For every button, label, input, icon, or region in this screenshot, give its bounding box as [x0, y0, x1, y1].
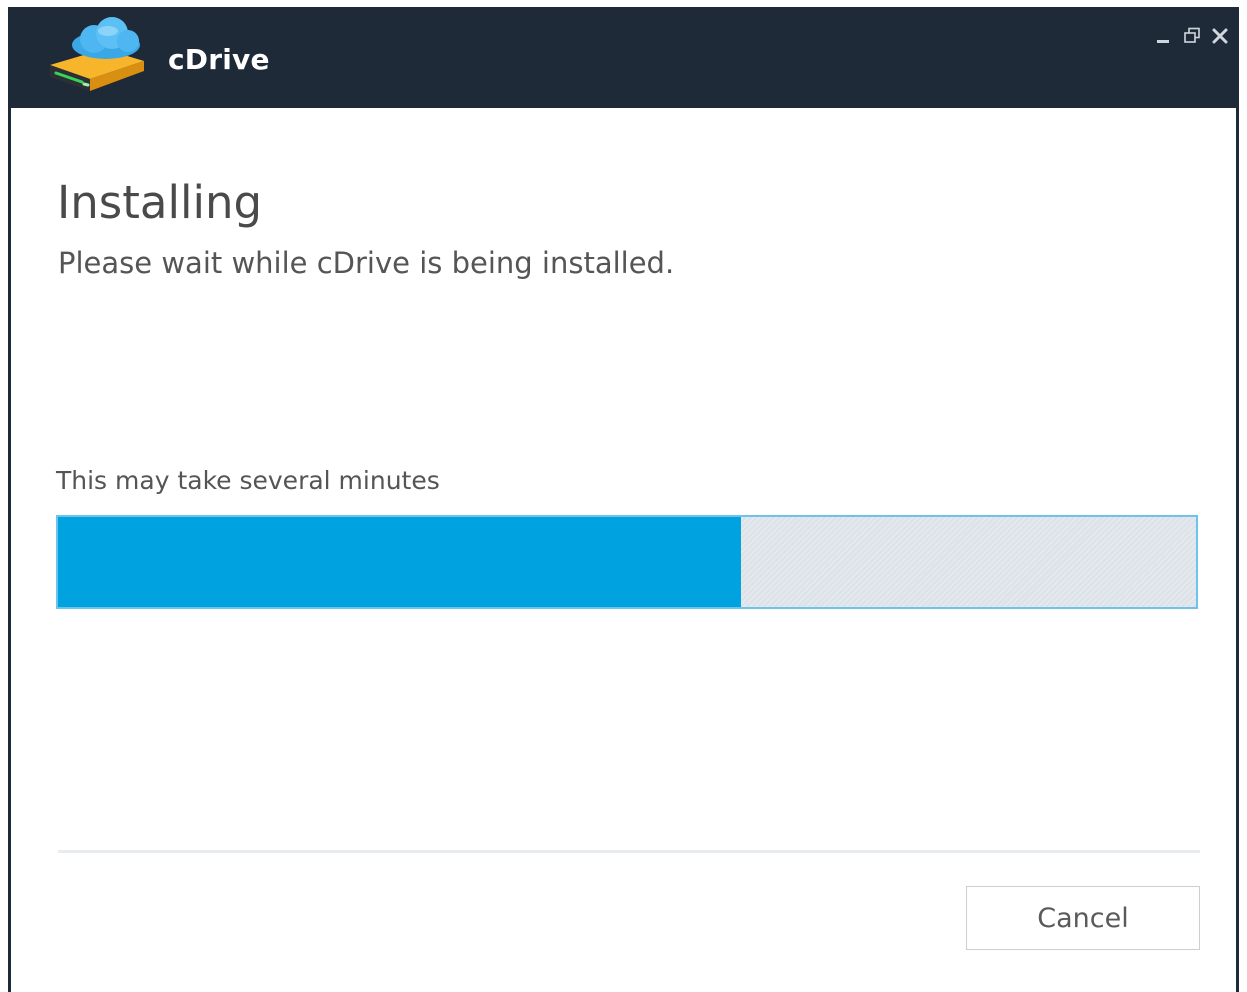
cancel-button[interactable]: Cancel: [966, 886, 1200, 950]
progress-hint: This may take several minutes: [56, 466, 440, 495]
progress-fill: [58, 517, 741, 607]
minimize-icon[interactable]: [1153, 25, 1175, 47]
page-subtitle: Please wait while cDrive is being instal…: [58, 246, 675, 280]
install-progress-bar: [56, 515, 1198, 609]
content-area: Installing Please wait while cDrive is b…: [11, 108, 1236, 992]
window-controls: [1153, 25, 1231, 47]
footer-divider: [58, 850, 1200, 853]
cloud-drive-icon: [50, 17, 144, 91]
title-bar[interactable]: cDrive: [8, 7, 1239, 108]
installer-window: cDrive Installing Please wait while cDri…: [8, 7, 1239, 992]
app-title: cDrive: [168, 43, 270, 76]
page-title: Installing: [57, 176, 263, 229]
restore-icon[interactable]: [1181, 25, 1203, 47]
close-icon[interactable]: [1209, 25, 1231, 47]
